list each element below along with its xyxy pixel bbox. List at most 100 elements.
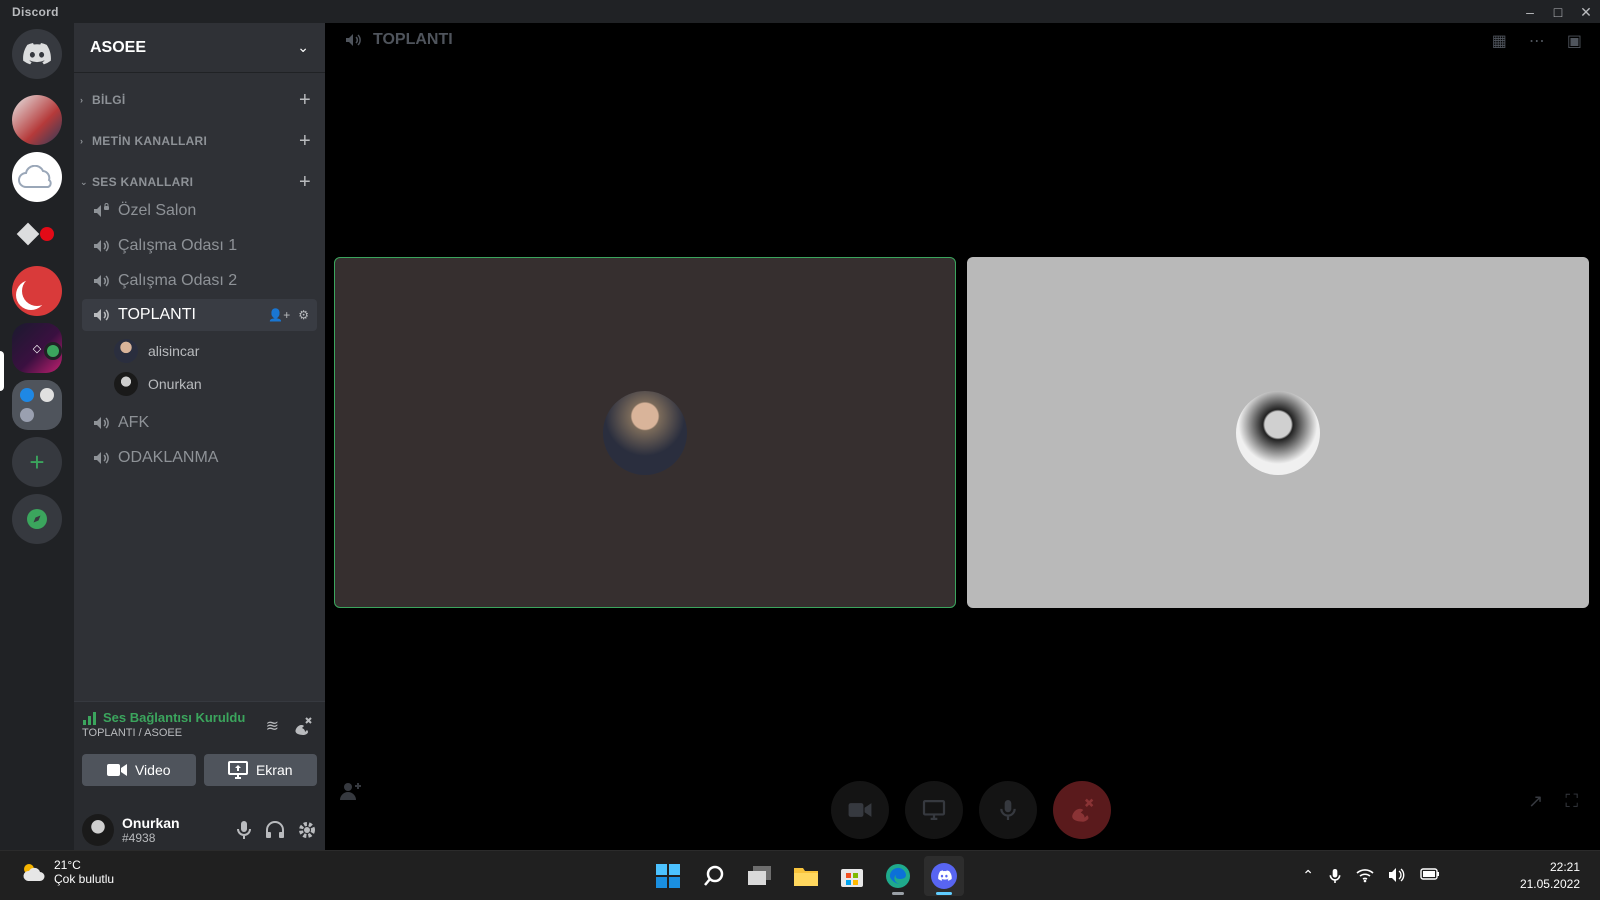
- popout-icon[interactable]: ↗: [1528, 791, 1543, 812]
- create-channel-button[interactable]: +: [299, 89, 311, 112]
- os-taskbar: 21°C Çok bulutlu ⌃ 22:21 21.05.2022: [0, 850, 1600, 900]
- gear-icon[interactable]: [297, 820, 317, 840]
- chevron-right-icon: ›: [80, 136, 84, 146]
- gear-icon[interactable]: ⚙: [298, 308, 309, 322]
- server-icon-4[interactable]: [12, 266, 62, 316]
- home-button[interactable]: [12, 29, 62, 79]
- user-info[interactable]: Onurkan #4938: [122, 815, 180, 845]
- category-bilgi[interactable]: › BİLGİ +: [80, 89, 311, 112]
- avatar: [114, 339, 138, 363]
- voice-channel-ozel-salon[interactable]: Özel Salon: [82, 195, 317, 227]
- maximize-button[interactable]: □: [1544, 2, 1572, 22]
- system-tray: ⌃: [1302, 867, 1440, 885]
- start-button[interactable]: [648, 856, 688, 896]
- search-icon: [704, 865, 724, 886]
- category-ses-kanallari[interactable]: ⌄ SES KANALLARI +: [80, 171, 311, 194]
- voice-member[interactable]: Onurkan: [114, 370, 202, 398]
- server-icon-2[interactable]: [12, 152, 62, 202]
- video-button[interactable]: Video: [82, 754, 196, 786]
- server-name: ASOEE: [90, 38, 147, 56]
- screen-share-icon: [227, 761, 248, 779]
- mic-toggle-button[interactable]: [978, 781, 1037, 839]
- participant-tile-onurkan[interactable]: [967, 257, 1589, 608]
- server-icon-3[interactable]: [12, 209, 62, 259]
- avatar: [114, 372, 138, 396]
- disconnect-icon[interactable]: [293, 716, 313, 736]
- category-label: METİN KANALLARI: [92, 134, 208, 148]
- selected-server-indicator: [0, 351, 4, 391]
- taskbar-search-button[interactable]: [694, 856, 734, 896]
- member-name: Onurkan: [148, 376, 202, 392]
- camera-toggle-button[interactable]: [830, 781, 889, 839]
- participant-tile-alisincar[interactable]: [334, 257, 956, 608]
- mic-icon[interactable]: [1328, 867, 1342, 885]
- grid-layout-icon[interactable]: ▦: [1492, 31, 1507, 51]
- discord-icon: [931, 863, 957, 889]
- channel-sidebar: ASOEE ⌄ › BİLGİ + › METİN KANALLARI + ⌄ …: [74, 23, 325, 856]
- edge-button[interactable]: [878, 856, 918, 896]
- screen-share-toggle-button[interactable]: [904, 781, 963, 839]
- voice-member[interactable]: alisincar: [114, 337, 199, 365]
- file-explorer-icon: [794, 868, 818, 886]
- window-titlebar: Discord – □ ✕: [0, 0, 1600, 23]
- voice-channel-odaklanma[interactable]: ODAKLANMA: [82, 442, 317, 474]
- voice-channel-afk[interactable]: AFK: [82, 407, 317, 439]
- username: Onurkan: [122, 814, 180, 831]
- noise-suppression-icon[interactable]: ≋: [266, 716, 279, 736]
- channel-label: TOPLANTI: [118, 306, 196, 323]
- discord-logo-icon: [23, 43, 51, 65]
- file-explorer-button[interactable]: [786, 856, 826, 896]
- compass-icon: [27, 509, 47, 529]
- user-panel: Onurkan #4938: [74, 803, 325, 856]
- server-header[interactable]: ASOEE ⌄: [74, 23, 325, 73]
- system-clock[interactable]: 22:21 21.05.2022: [1520, 859, 1580, 893]
- channel-label: Çalışma Odası 1: [118, 237, 238, 254]
- speaker-icon: [94, 275, 109, 287]
- more-options-icon[interactable]: ⋯: [1529, 31, 1545, 51]
- minimize-button[interactable]: –: [1516, 2, 1544, 22]
- create-channel-button[interactable]: +: [299, 171, 311, 194]
- chevron-right-icon: ›: [80, 95, 84, 105]
- show-hidden-icons-icon[interactable]: ⌃: [1302, 867, 1314, 885]
- camera-icon: [106, 764, 127, 776]
- flag-icon: [40, 227, 54, 241]
- running-indicator: [936, 892, 952, 895]
- chat-toggle-icon[interactable]: ▣: [1567, 31, 1582, 51]
- volume-icon[interactable]: [1388, 867, 1406, 883]
- mic-icon: [999, 800, 1016, 820]
- fullscreen-icon[interactable]: ⛶: [1565, 791, 1578, 812]
- task-view-icon: [748, 866, 771, 885]
- weather-temperature: 21°C: [54, 858, 81, 872]
- create-channel-button[interactable]: +: [299, 130, 311, 153]
- battery-icon[interactable]: [1420, 867, 1440, 881]
- server-icon-1[interactable]: [12, 95, 62, 145]
- avatar[interactable]: [82, 813, 114, 846]
- microsoft-store-button[interactable]: [832, 856, 872, 896]
- voice-channel-calisma-odasi-1[interactable]: Çalışma Odası 1: [82, 230, 317, 262]
- screen-share-button[interactable]: Ekran: [203, 754, 317, 786]
- category-metin-kanallari[interactable]: › METİN KANALLARI +: [80, 130, 311, 153]
- channel-label: Çalışma Odası 2: [118, 272, 238, 289]
- wifi-icon[interactable]: [1356, 867, 1374, 883]
- leave-call-button[interactable]: [1052, 781, 1111, 839]
- screen-label: Ekran: [255, 762, 293, 778]
- voice-connection-panel: Ses Bağlantısı Kuruldu TOPLANTI / ASOEE …: [74, 701, 325, 803]
- discord-taskbar-button[interactable]: [924, 856, 964, 896]
- close-button[interactable]: ✕: [1572, 2, 1600, 22]
- running-indicator: [892, 892, 904, 895]
- task-view-button[interactable]: [740, 856, 780, 896]
- weather-widget[interactable]: 21°C Çok bulutlu: [20, 858, 114, 886]
- app-title: Discord: [12, 5, 59, 19]
- add-server-button[interactable]: +: [12, 437, 62, 487]
- mic-icon[interactable]: [235, 820, 253, 840]
- headphones-icon[interactable]: [265, 820, 285, 840]
- server-list: ◇ +: [0, 23, 74, 850]
- weather-description: Çok bulutlu: [54, 872, 115, 886]
- voice-channel-toplanti[interactable]: TOPLANTI 👤+ ⚙: [82, 299, 317, 331]
- voice-channel-calisma-odasi-2[interactable]: Çalışma Odası 2: [82, 265, 317, 297]
- explore-servers-button[interactable]: [12, 494, 62, 544]
- invite-icon[interactable]: 👤+: [268, 308, 290, 322]
- speaker-icon: [94, 309, 109, 321]
- server-folder[interactable]: [12, 380, 62, 430]
- asoee-logo-icon: ◇: [32, 342, 42, 355]
